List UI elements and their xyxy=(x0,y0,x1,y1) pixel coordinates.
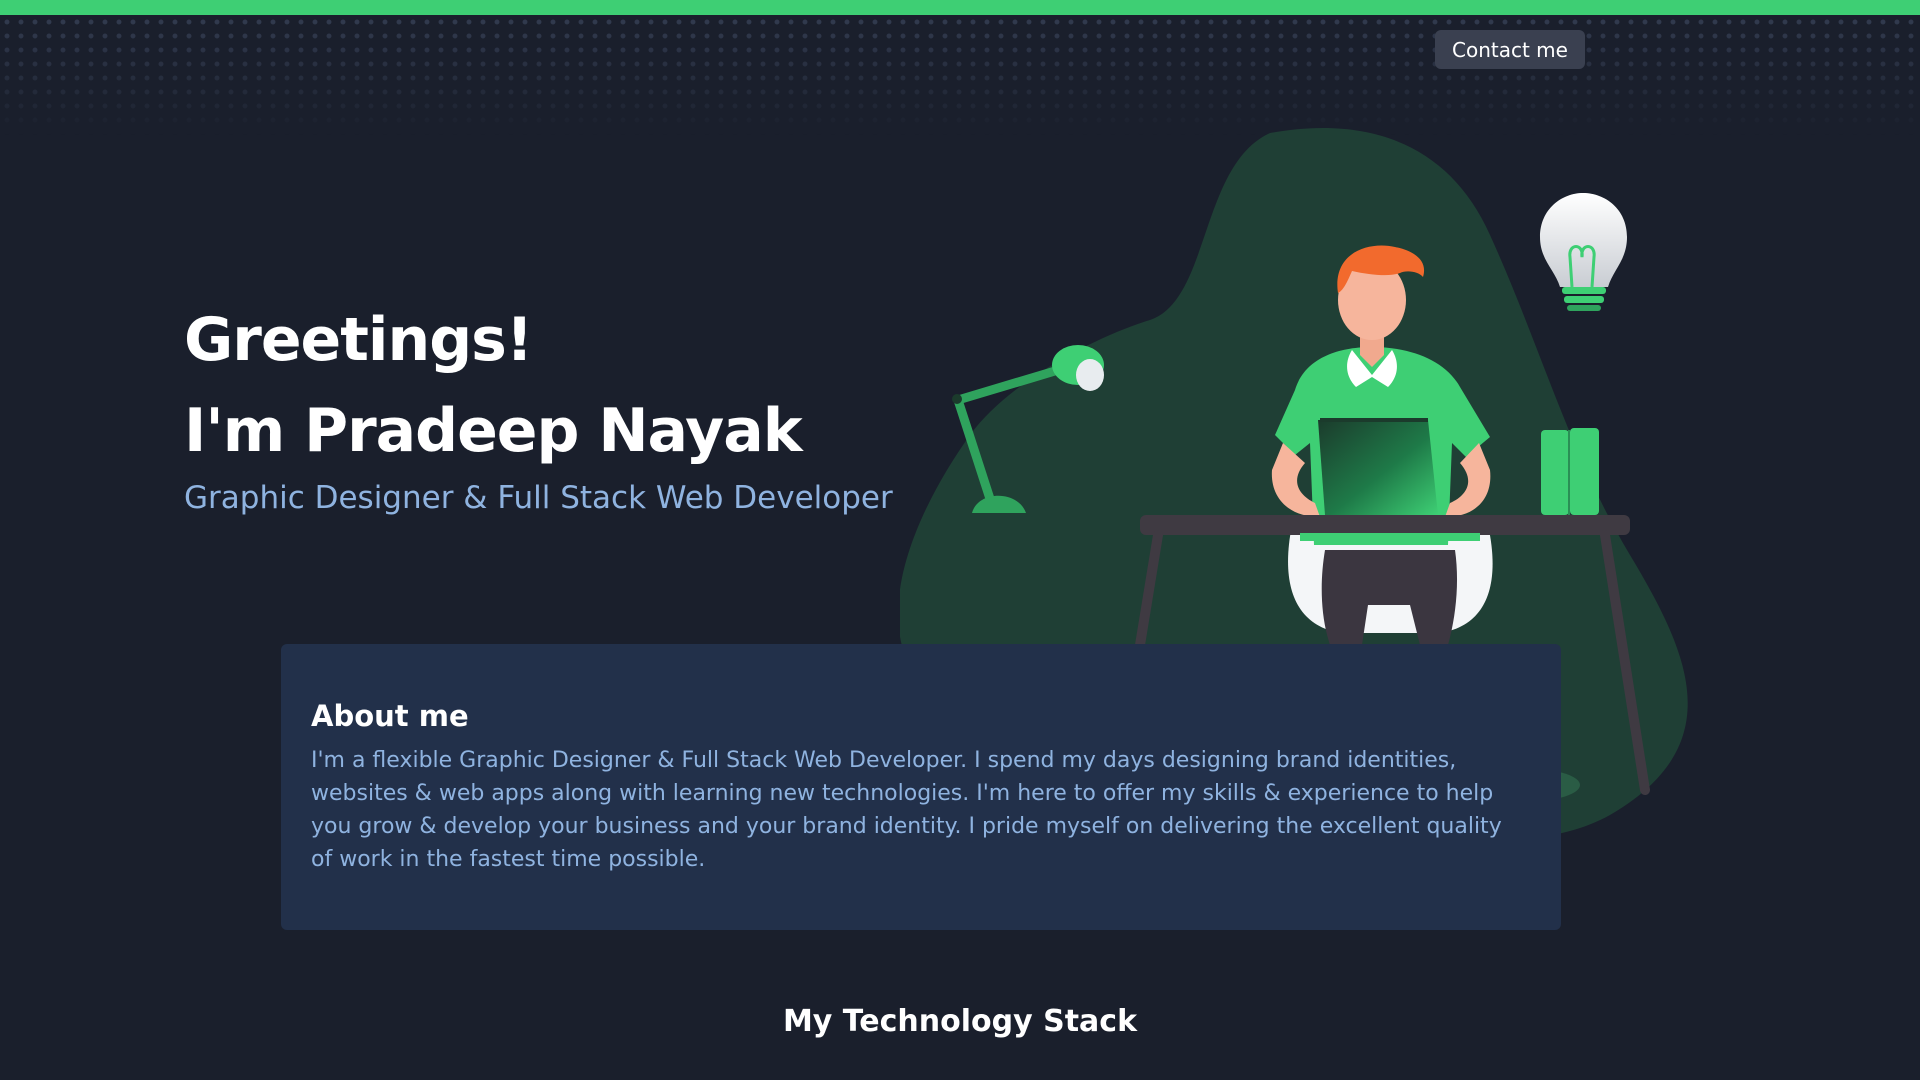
hero-role: Graphic Designer & Full Stack Web Develo… xyxy=(184,480,893,516)
laptop-icon xyxy=(1318,420,1438,515)
hero-name: I'm Pradeep Nayak xyxy=(184,396,803,466)
dot-pattern-background xyxy=(0,15,1920,135)
about-title: About me xyxy=(311,699,469,733)
about-text: I'm a flexible Graphic Designer & Full S… xyxy=(311,748,1502,872)
shirt-hem xyxy=(1300,533,1480,541)
hero-greeting: Greetings! xyxy=(184,305,533,375)
top-accent-bar xyxy=(0,0,1920,15)
tech-stack-title: My Technology Stack xyxy=(782,1004,1138,1039)
lightbulb-icon xyxy=(1540,193,1627,311)
about-card: About me I'm a flexible Graphic Designer… xyxy=(281,644,1561,930)
books-icon xyxy=(1541,428,1599,515)
contact-me-button[interactable]: Contact me xyxy=(1435,30,1585,69)
portfolio-page: Contact me Greetings! I'm Pradeep Nayak … xyxy=(0,0,1920,1080)
